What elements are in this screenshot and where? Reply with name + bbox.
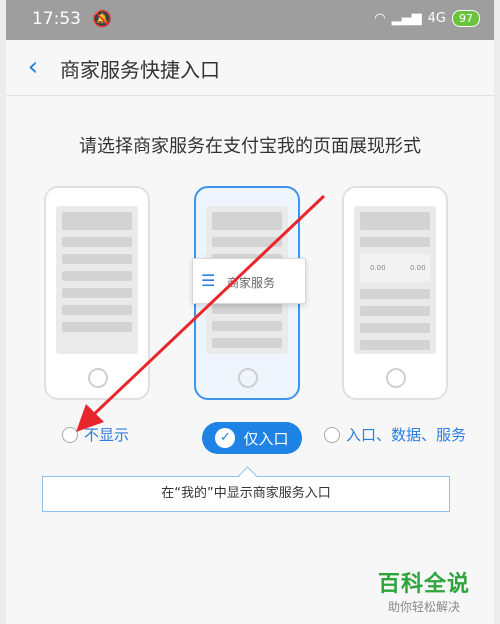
network-type: 4G [427,11,446,26]
preview-full[interactable]: 0.00 0.00 [342,186,448,400]
preview-row [62,271,132,281]
preview-row [212,304,282,314]
option-description: 在“我的”中显示商家服务入口 [42,476,450,512]
preview-screen [56,206,138,354]
preview-row [212,212,282,230]
page-title: 商家服务快捷入口 [60,58,220,82]
checkmark-icon: ✓ [215,428,236,448]
preview-row [360,289,430,299]
option-hidden[interactable]: 不显示 [62,424,129,445]
status-right: ◠ ▂▄▆ 4G 97 [374,10,480,27]
preview-stats: 0.00 0.00 [360,254,430,282]
preview-row [62,212,132,230]
home-button [386,368,406,388]
status-bar: 17:53 🔕 ◠ ▂▄▆ 4G 97 [6,0,494,40]
wifi-icon: ◠ [374,11,386,26]
app-screen: 17:53 🔕 ◠ ▂▄▆ 4G 97 ‹ 商家服务快捷入口 请选择商家服务在支… [6,0,494,624]
preview-row [360,323,430,333]
preview-hidden[interactable] [44,186,150,400]
preview-screen: 0.00 0.00 [354,206,436,354]
option-hidden-label: 不显示 [84,426,130,444]
home-button [88,368,108,388]
watermark: 百科全说 助你轻松解决 [378,566,470,615]
watermark-title: 百科全说 [378,572,471,597]
popup-label: 商家服务 [227,276,276,290]
merchant-service-popup: ☰ 商家服务 [192,258,306,304]
home-button [238,368,258,388]
option-full[interactable]: 入口、数据、服务 [324,424,466,445]
preview-row [62,288,132,298]
option-entry-only-label: 仅入口 [243,429,289,448]
mute-icon: 🔕 [92,9,112,28]
selection-prompt: 请选择商家服务在支付宝我的页面展现形式 [79,136,421,157]
nav-bar: ‹ 商家服务快捷入口 [6,40,494,96]
preview-row [212,338,282,348]
preview-row [212,321,282,331]
battery-indicator: 97 [452,10,480,27]
option-entry-only[interactable]: ✓ 仅入口 [202,422,302,454]
preview-stat-2: 0.00 [410,264,426,272]
preview-row [360,306,430,316]
preview-row [360,340,430,350]
preview-row [62,237,132,247]
preview-row [62,322,132,332]
preview-row [212,237,282,247]
preview-row [62,254,132,264]
preview-row [62,305,132,315]
preview-row [360,212,430,230]
radio-unchecked-icon[interactable] [62,426,78,443]
preview-row [360,237,430,247]
preview-stat-1: 0.00 [370,264,386,272]
back-arrow-icon[interactable]: ‹ [18,52,48,82]
watermark-subtitle: 助你轻松解决 [388,600,461,614]
option-full-label: 入口、数据、服务 [346,426,467,444]
signal-icon: ▂▄▆ [391,11,422,26]
status-time: 17:53 [32,9,81,29]
merchant-service-icon: ☰ [201,271,216,290]
radio-unchecked-icon[interactable] [324,426,340,443]
